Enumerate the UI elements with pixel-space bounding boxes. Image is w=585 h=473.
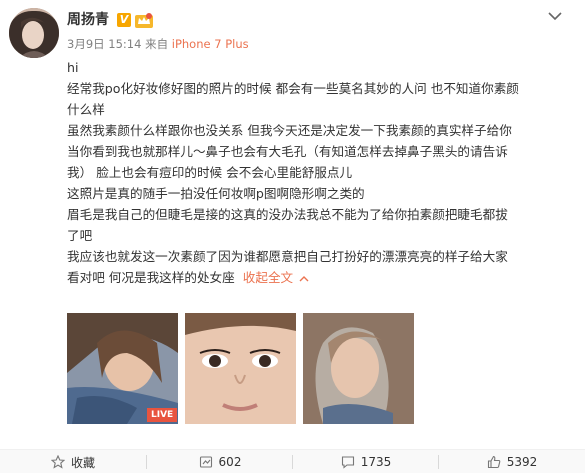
post-device[interactable]: iPhone 7 Plus bbox=[172, 37, 249, 51]
collapse-button[interactable]: 收起全文 bbox=[243, 270, 309, 285]
post-photo-1[interactable]: LIVE bbox=[67, 313, 178, 424]
repost-count: 602 bbox=[218, 455, 242, 469]
chevron-down-icon[interactable] bbox=[548, 11, 562, 21]
post-content: hi 经常我po化好妆修好图的照片的时候 都会有一些莫名其妙的人问 也不知道你素… bbox=[67, 57, 575, 288]
username[interactable]: 周扬青 bbox=[67, 12, 109, 29]
photo-grid: LIVE bbox=[67, 313, 451, 424]
content-line: 当你看到我也就那样儿～鼻子也会有大毛孔（有知道怎样去掉鼻子黑头的请告诉 bbox=[67, 144, 508, 159]
comment-button[interactable]: 1735 bbox=[293, 450, 439, 473]
content-line: 经常我po化好妆修好图的照片的时候 都会有一些莫名其妙的人问 也不知道你素颜 bbox=[67, 81, 519, 96]
repost-icon bbox=[199, 456, 212, 468]
favorite-label: 收藏 bbox=[70, 455, 95, 470]
content-line: 眉毛是我自己的但睫毛是接的这真的没办法我总不能为了给你拍素颜把睫毛都拔 bbox=[67, 207, 508, 222]
content-line: 虽然我素颜什么样跟你也没关系 但我今天还是决定发一下我素颜的真实样子给你 bbox=[67, 123, 512, 138]
favorite-button[interactable]: 收藏 bbox=[0, 450, 146, 473]
content-line: 看对吧 何况是我这样的处女座 收起全文 bbox=[67, 267, 575, 288]
comment-icon bbox=[341, 456, 354, 469]
comment-count: 1735 bbox=[360, 455, 392, 469]
action-bar: 收藏 602 1735 5392 bbox=[0, 449, 585, 473]
live-badge: LIVE bbox=[147, 408, 178, 422]
star-icon bbox=[50, 455, 65, 469]
like-button[interactable]: 5392 bbox=[439, 450, 585, 473]
crown-icon[interactable] bbox=[135, 12, 153, 28]
verified-badge: V bbox=[117, 13, 131, 27]
post-time[interactable]: 3月9日 15:14 来自 bbox=[67, 37, 172, 51]
post-photo-3[interactable] bbox=[303, 313, 414, 424]
like-count: 5392 bbox=[506, 455, 538, 469]
content-line: 我应该也就发这一次素颜了因为谁都愿意把自己打扮好的漂漂亮亮的样子给大家 bbox=[67, 249, 508, 264]
content-line: 了吧 bbox=[67, 228, 93, 243]
avatar[interactable] bbox=[9, 8, 59, 58]
content-line: hi bbox=[67, 60, 79, 75]
content-line-text: 看对吧 何况是我这样的处女座 bbox=[67, 270, 235, 285]
post-meta: 3月9日 15:14 来自 iPhone 7 Plus bbox=[67, 37, 249, 51]
post-photo-2[interactable] bbox=[185, 313, 296, 424]
repost-button[interactable]: 602 bbox=[147, 450, 293, 473]
caret-up-icon bbox=[299, 276, 309, 282]
content-line: 我） 脸上也会有痘印的时候 会不会心里能舒服点儿 bbox=[67, 165, 353, 180]
content-line: 什么样 bbox=[67, 102, 105, 117]
like-icon bbox=[487, 455, 501, 469]
content-line: 这照片是真的随手一拍没任何妆啊p图啊隐形啊之类的 bbox=[67, 186, 365, 201]
collapse-label: 收起全文 bbox=[242, 270, 294, 285]
weibo-post-card: 周扬青 V 3月9日 15:14 来自 iPhone 7 Plus hi 经常我… bbox=[0, 0, 585, 473]
